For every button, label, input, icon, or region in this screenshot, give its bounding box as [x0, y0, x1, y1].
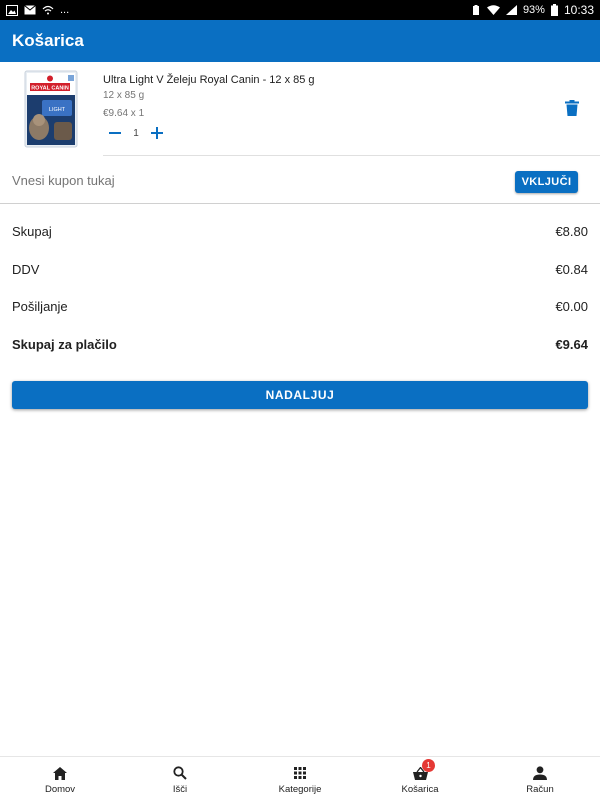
nav-label: Račun — [526, 784, 554, 795]
product-name[interactable]: Ultra Light V Želeju Royal Canin - 12 x … — [103, 73, 315, 87]
coupon-row: VKLJUČI — [0, 156, 600, 203]
nav-label: Domov — [44, 784, 76, 795]
more-notifications: ... — [60, 4, 70, 16]
cart-count-badge: 1 — [422, 759, 435, 772]
subtotal-row: Skupaj €8.80 — [12, 224, 588, 239]
wifi-off-notification-icon — [42, 5, 54, 15]
nav-item-cart[interactable]: 1 Košarica — [360, 757, 480, 800]
vat-label: DDV — [12, 262, 40, 277]
minus-icon[interactable] — [107, 125, 123, 141]
cart-item: ROYAL CANIN LIGHT Ultra Light V Želeju R… — [0, 62, 600, 156]
nav-item-search[interactable]: Išči — [120, 757, 240, 800]
grand-total-label: Skupaj za plačilo — [12, 337, 117, 352]
pack-label: LIGHT — [49, 107, 66, 113]
wifi-icon — [486, 5, 500, 15]
grand-total-row: Skupaj za plačilo €9.64 — [12, 337, 588, 352]
basket-icon: 1 — [412, 759, 435, 781]
home-icon — [52, 765, 68, 781]
gallery-notification-icon — [6, 4, 18, 16]
battery-icon — [550, 4, 558, 16]
page-title: Košarica — [12, 31, 84, 50]
nav-label: Išči — [172, 784, 188, 795]
bottom-navigation: Domov Išči Kategorije 1 Košarica Račun — [0, 756, 600, 800]
item-info: Ultra Light V Želeju Royal Canin - 12 x … — [103, 73, 315, 120]
nav-item-home[interactable]: Domov — [0, 757, 120, 800]
shipping-row: Pošiljanje €0.00 — [12, 299, 588, 314]
plus-icon[interactable] — [149, 125, 165, 141]
grid-icon — [292, 765, 308, 781]
coupon-input[interactable] — [12, 170, 472, 190]
search-icon — [172, 765, 188, 781]
nav-item-account[interactable]: Račun — [480, 757, 600, 800]
alarm-icon — [471, 4, 481, 16]
apply-coupon-button[interactable]: VKLJUČI — [515, 171, 578, 193]
shipping-label: Pošiljanje — [12, 299, 68, 314]
status-bar: ... 93% 10:33 — [0, 0, 600, 20]
brand-logo: ROYAL CANIN — [31, 86, 69, 92]
app-bar: Košarica — [0, 20, 600, 62]
product-size: 12 x 85 g — [103, 90, 145, 101]
product-image[interactable]: ROYAL CANIN LIGHT — [24, 70, 78, 148]
quantity-value: 1 — [133, 127, 139, 139]
subtotal-value: €8.80 — [555, 224, 588, 239]
status-bar-left: ... — [6, 4, 69, 16]
divider — [0, 203, 600, 204]
battery-percent: 93% — [522, 4, 545, 16]
shipping-value: €0.00 — [555, 299, 588, 314]
subtotal-label: Skupaj — [12, 224, 52, 239]
grand-total-value: €9.64 — [555, 337, 588, 352]
nav-item-categories[interactable]: Kategorije — [240, 757, 360, 800]
continue-button[interactable]: NADALJUJ — [12, 381, 588, 409]
signal-icon — [505, 5, 517, 15]
clock: 10:33 — [563, 3, 594, 17]
quantity-stepper: 1 — [107, 124, 165, 142]
vat-row: DDV €0.84 — [12, 262, 588, 277]
mail-notification-icon — [24, 5, 36, 15]
status-bar-right: 93% 10:33 — [471, 3, 594, 17]
person-icon — [532, 765, 548, 781]
nav-label: Košarica — [401, 784, 439, 795]
vat-value: €0.84 — [555, 262, 588, 277]
trash-icon[interactable] — [565, 100, 579, 116]
nav-label: Kategorije — [278, 784, 322, 795]
product-price-line: €9.64 x 1 — [103, 108, 145, 119]
